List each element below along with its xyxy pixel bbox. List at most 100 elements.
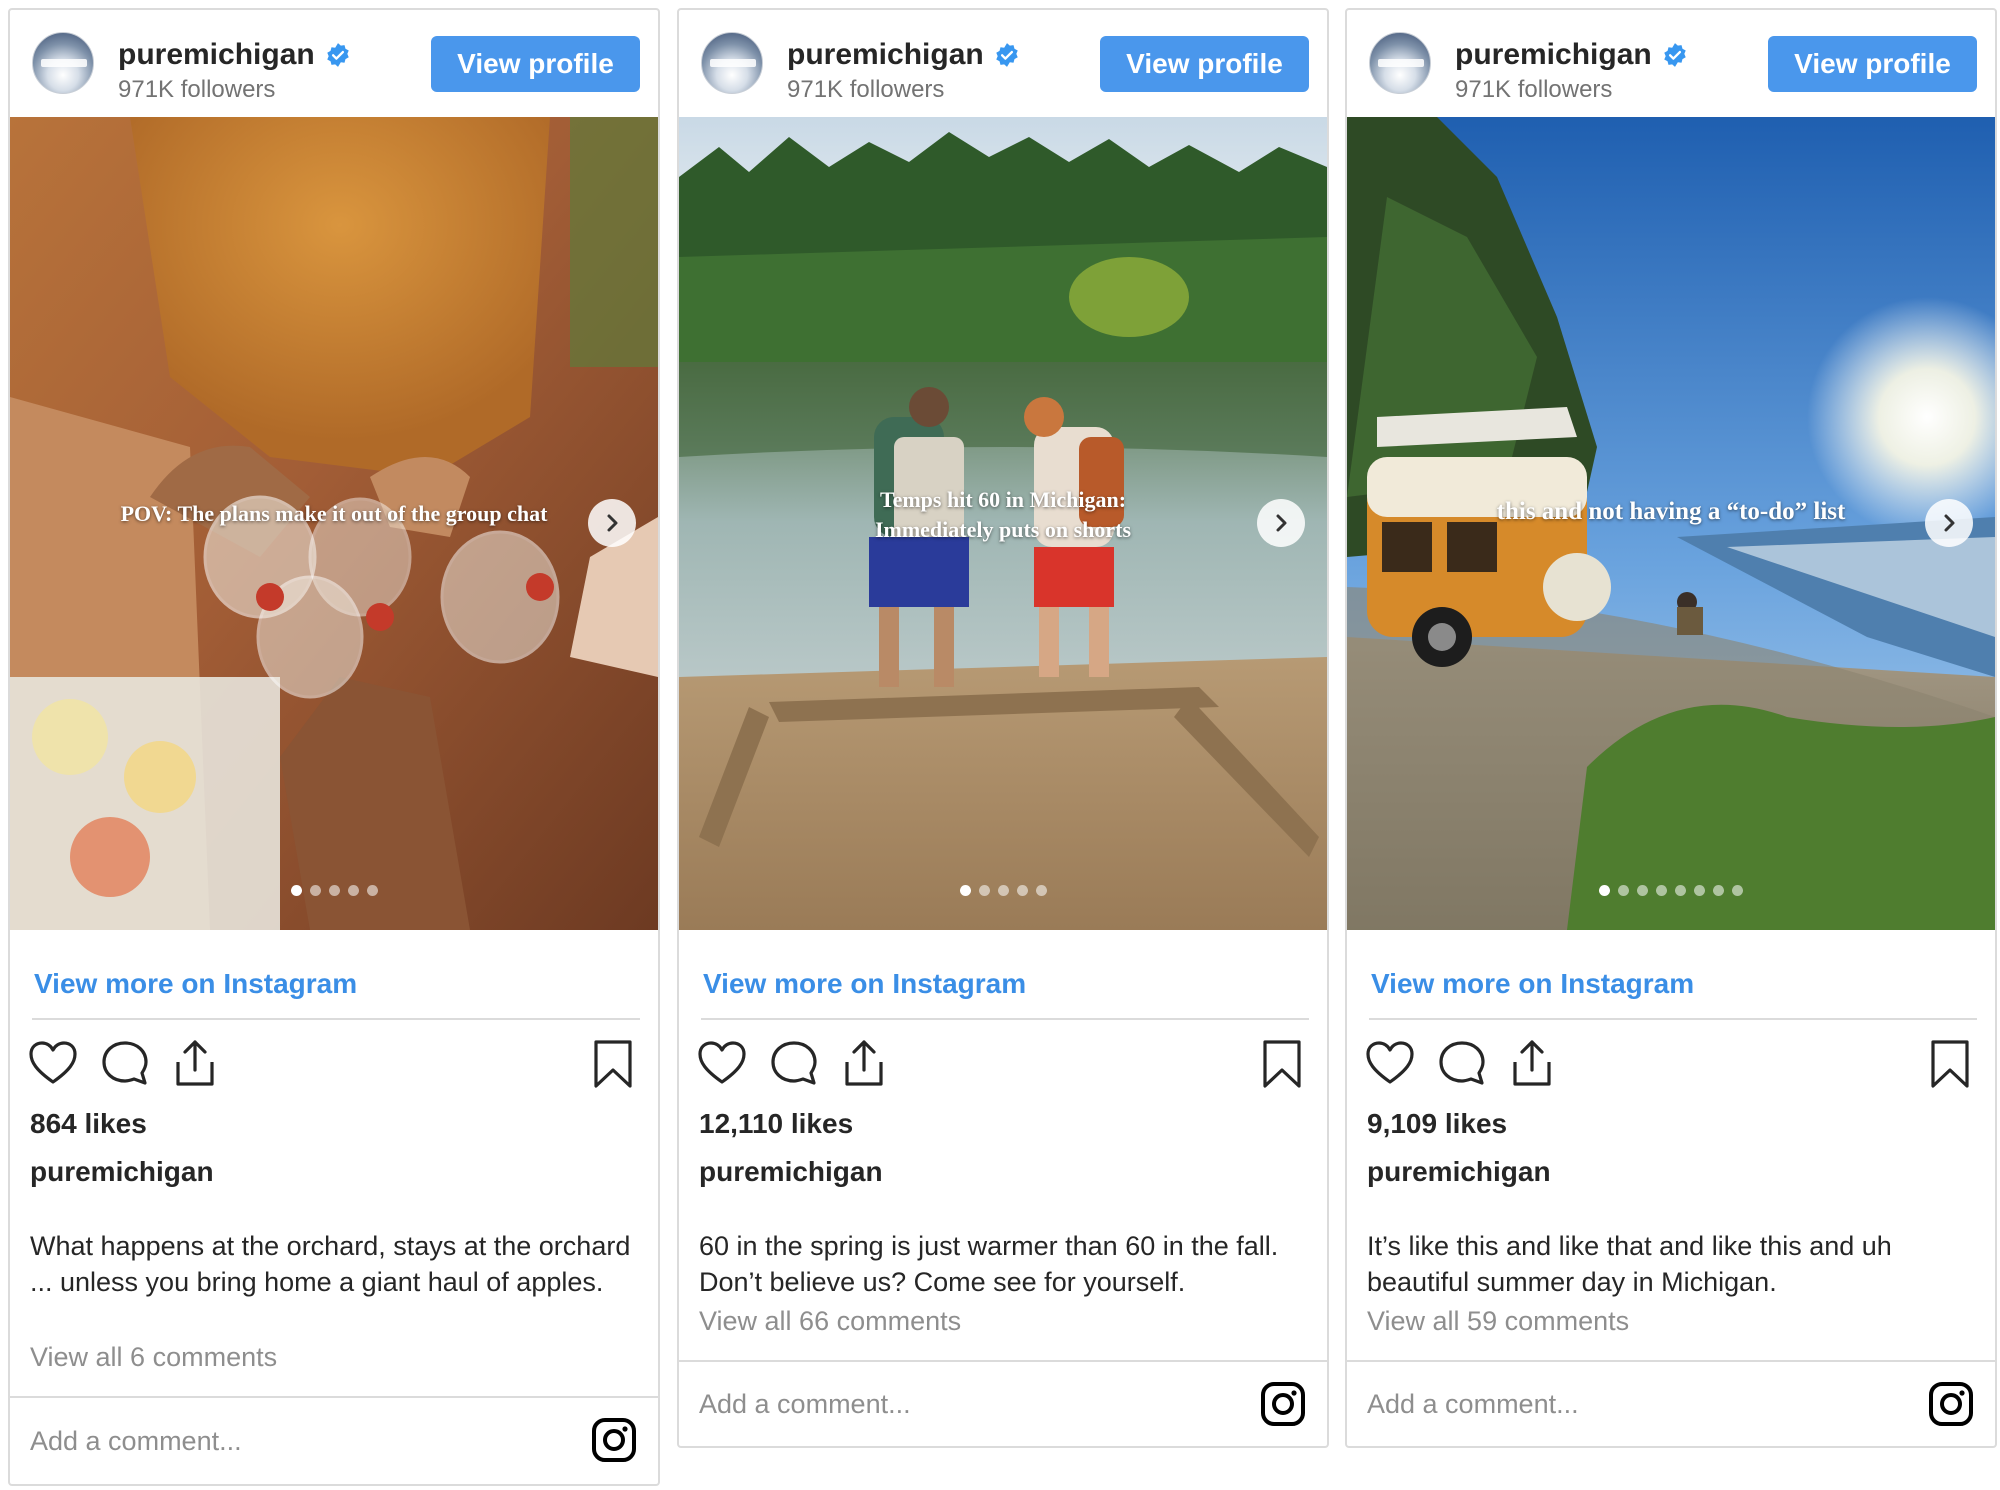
carousel-dot[interactable] [1656,885,1667,896]
card-header: puremichigan 971K followers View profile [10,10,658,117]
carousel-dot[interactable] [366,885,378,896]
bookmark-icon[interactable] [588,1038,638,1090]
comment-bar: Add a comment... [679,1360,1327,1446]
view-profile-button[interactable]: View profile [1100,36,1309,92]
carousel-dot[interactable] [1618,885,1629,896]
overlay-caption: this and not having a “to-do” list [1496,498,1846,525]
instagram-embed-card: puremichigan 971K followers View profile [1345,8,1997,1448]
carousel-dot[interactable] [1016,885,1028,896]
username-row: puremichigan [118,38,351,72]
carousel-dot[interactable] [978,885,990,896]
carousel-dot[interactable] [1675,885,1686,896]
verified-badge-icon [326,43,349,67]
instagram-embed-card: puremichigan 971K followers View profile [677,8,1329,1448]
view-profile-button[interactable]: View profile [1768,36,1977,92]
share-icon[interactable] [170,1038,220,1090]
post-image[interactable]: Temps hit 60 in Michigan: Immediately pu… [679,117,1327,930]
overlay-caption: POV: The plans make it out of the group … [120,501,548,526]
comment-input[interactable]: Add a comment... [30,1398,242,1484]
post-image[interactable]: POV: The plans make it out of the group … [10,117,658,930]
carousel-dots [679,885,1327,896]
next-slide-button[interactable] [1925,499,1973,547]
view-profile-button[interactable]: View profile [431,36,640,92]
username[interactable]: puremichigan [787,38,984,72]
divider [701,1018,1309,1020]
card-header: puremichigan 971K followers View profile [1347,10,1995,117]
carousel-dot[interactable] [1599,885,1610,896]
overlay-caption-line: Temps hit 60 in Michigan: [879,487,1127,512]
bookmark-icon[interactable] [1257,1038,1307,1090]
heart-icon[interactable] [28,1038,78,1090]
action-bar [28,1038,638,1094]
comment-icon[interactable] [100,1038,150,1090]
divider [32,1018,640,1020]
card-header: puremichigan 971K followers View profile [679,10,1327,117]
heart-icon[interactable] [1365,1038,1415,1090]
carousel-dots [10,885,658,896]
post-caption: What happens at the orchard, stays at th… [30,1231,631,1297]
post-caption: 60 in the spring is just warmer than 60 … [699,1231,1279,1297]
username[interactable]: puremichigan [118,38,315,72]
carousel-dot[interactable] [1732,885,1743,896]
bookmark-icon[interactable] [1925,1038,1975,1090]
carousel-dots [1347,885,1995,896]
action-bar [697,1038,1307,1094]
overlay-caption-line: Immediately puts on shorts [874,517,1132,542]
carousel-dot[interactable] [1637,885,1648,896]
share-icon[interactable] [839,1038,889,1090]
next-slide-button[interactable] [588,499,636,547]
next-slide-button[interactable] [1257,499,1305,547]
comment-icon[interactable] [769,1038,819,1090]
avatar[interactable] [701,32,763,94]
divider [1369,1018,1977,1020]
carousel-dot[interactable] [959,885,971,896]
comment-input[interactable]: Add a comment... [699,1362,911,1446]
chevron-right-icon [607,514,618,532]
caption-username[interactable]: puremichigan [699,1156,883,1188]
chevron-right-icon [1276,514,1287,532]
carousel-dot[interactable] [347,885,359,896]
followers-count: 971K followers [118,76,276,103]
heart-icon[interactable] [697,1038,747,1090]
view-comments-link[interactable]: View all 66 comments [699,1306,961,1337]
view-more-link[interactable]: View more on Instagram [1371,968,1694,1000]
followers-count: 971K followers [787,76,945,103]
chevron-right-icon [1944,514,1955,532]
post-caption: It’s like this and like that and like th… [1367,1231,1892,1297]
avatar[interactable] [32,32,94,94]
verified-badge-icon [995,43,1018,67]
carousel-dot[interactable] [1035,885,1047,896]
comment-icon[interactable] [1437,1038,1487,1090]
carousel-dot[interactable] [997,885,1009,896]
instagram-icon[interactable] [1927,1380,1975,1428]
view-comments-link[interactable]: View all 59 comments [1367,1306,1629,1337]
comment-input[interactable]: Add a comment... [1367,1362,1579,1446]
instagram-icon[interactable] [590,1416,638,1464]
avatar[interactable] [1369,32,1431,94]
instagram-embed-card: puremichigan 971K followers View profile [8,8,660,1486]
username-row: puremichigan [787,38,1020,72]
share-icon[interactable] [1507,1038,1557,1090]
instagram-icon[interactable] [1259,1380,1307,1428]
carousel-dot[interactable] [309,885,321,896]
carousel-dot[interactable] [1713,885,1724,896]
likes-count[interactable]: 864 likes [30,1108,147,1140]
caption-username[interactable]: puremichigan [30,1156,214,1188]
username[interactable]: puremichigan [1455,38,1652,72]
comment-bar: Add a comment... [1347,1360,1995,1446]
view-more-link[interactable]: View more on Instagram [703,968,1026,1000]
post-image[interactable]: this and not having a “to-do” list [1347,117,1995,930]
username-row: puremichigan [1455,38,1688,72]
overlay-caption: Temps hit 60 in Michigan: Immediately pu… [679,485,1327,545]
followers-count: 971K followers [1455,76,1613,103]
likes-count[interactable]: 12,110 likes [699,1108,853,1140]
action-bar [1365,1038,1975,1094]
carousel-dot[interactable] [290,885,302,896]
view-comments-link[interactable]: View all 6 comments [30,1342,277,1373]
carousel-dot[interactable] [1694,885,1705,896]
likes-count[interactable]: 9,109 likes [1367,1108,1507,1140]
view-more-link[interactable]: View more on Instagram [34,968,357,1000]
comment-bar: Add a comment... [10,1396,658,1484]
caption-username[interactable]: puremichigan [1367,1156,1551,1188]
carousel-dot[interactable] [328,885,340,896]
